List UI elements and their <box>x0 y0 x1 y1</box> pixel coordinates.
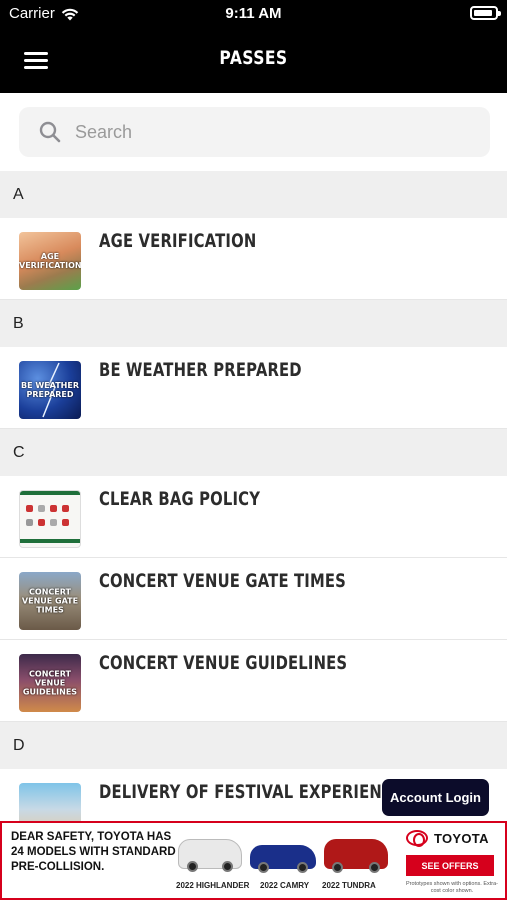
highlander-car-icon <box>178 839 242 872</box>
status-bar: Carrier 9:11 AM <box>0 0 507 28</box>
gate-times-thumbnail: CONCERT VENUE GATE TIMES <box>19 572 81 630</box>
section-header-d: D <box>0 722 507 769</box>
list-item-title: BE WEATHER PREPARED <box>99 359 302 381</box>
section-header-c: C <box>0 429 507 476</box>
see-offers-button[interactable]: SEE OFFERS <box>406 855 494 876</box>
clear-bag-thumbnail <box>19 490 81 548</box>
tundra-car-icon <box>324 839 388 873</box>
car-label-tundra: 2022 TUNDRA <box>322 881 376 890</box>
ad-brand-panel: TOYOTA SEE OFFERS Prototypes shown with … <box>394 823 505 898</box>
battery-icon <box>470 6 501 20</box>
search-bar <box>0 93 507 171</box>
thumbnail-caption: BE WEATHER PREPARED <box>21 381 79 399</box>
list-item-title: CONCERT VENUE GATE TIMES <box>99 570 347 592</box>
list-item-age-verification[interactable]: AGE VERIFICATION AGE VERIFICATION <box>0 218 507 300</box>
thumbnail-caption: CONCERT VENUE GUIDELINES <box>22 669 78 697</box>
list-item-title: CLEAR BAG POLICY <box>99 488 261 510</box>
account-login-button[interactable]: Account Login <box>382 779 489 816</box>
weather-thumbnail: BE WEATHER PREPARED <box>19 361 81 419</box>
camry-car-icon <box>250 845 316 873</box>
section-header-b: B <box>0 300 507 347</box>
guidelines-thumbnail: CONCERT VENUE GUIDELINES <box>19 654 81 712</box>
list-item-title: AGE VERIFICATION <box>99 230 257 252</box>
list-item-clear-bag-policy[interactable]: CLEAR BAG POLICY <box>0 476 507 558</box>
passes-list: A AGE VERIFICATION AGE VERIFICATION B BE… <box>0 171 507 851</box>
age-verification-thumbnail: AGE VERIFICATION <box>19 232 81 290</box>
ad-disclaimer: Prototypes shown with options. Extra-cos… <box>405 881 498 894</box>
app-header: Carrier 9:11 AM PASSES <box>0 0 507 93</box>
search-field[interactable] <box>19 107 490 157</box>
toyota-ad-banner[interactable]: DEAR SAFETY, TOYOTA HAS 24 MODELS WITH S… <box>0 821 507 900</box>
list-item-concert-venue-guidelines[interactable]: CONCERT VENUE GUIDELINES CONCERT VENUE G… <box>0 640 507 722</box>
list-item-concert-venue-gate-times[interactable]: CONCERT VENUE GATE TIMES CONCERT VENUE G… <box>0 558 507 640</box>
hamburger-menu-icon[interactable] <box>24 51 48 69</box>
search-icon <box>39 121 61 143</box>
ad-brand-name: TOYOTA <box>434 831 489 846</box>
toyota-logo-icon <box>406 830 428 847</box>
car-label-highlander: 2022 HIGHLANDER <box>176 881 250 890</box>
list-item-title: DELIVERY OF FESTIVAL EXPERIENCE <box>99 781 404 803</box>
ad-headline: DEAR SAFETY, TOYOTA HAS 24 MODELS WITH S… <box>11 831 176 873</box>
list-item-be-weather-prepared[interactable]: BE WEATHER PREPARED BE WEATHER PREPARED <box>0 347 507 429</box>
thumbnail-caption: AGE VERIFICATION <box>19 252 81 270</box>
thumbnail-caption: CONCERT VENUE GATE TIMES <box>21 587 79 615</box>
car-label-camry: 2022 CAMRY <box>260 881 310 890</box>
status-time: 9:11 AM <box>225 5 282 22</box>
search-input[interactable] <box>75 121 455 143</box>
section-header-a: A <box>0 171 507 218</box>
ad-car-lineup: 2022 HIGHLANDER 2022 CAMRY 2022 TUNDRA <box>172 829 394 895</box>
list-item-title: CONCERT VENUE GUIDELINES <box>99 652 348 674</box>
page-title: PASSES <box>219 47 288 69</box>
